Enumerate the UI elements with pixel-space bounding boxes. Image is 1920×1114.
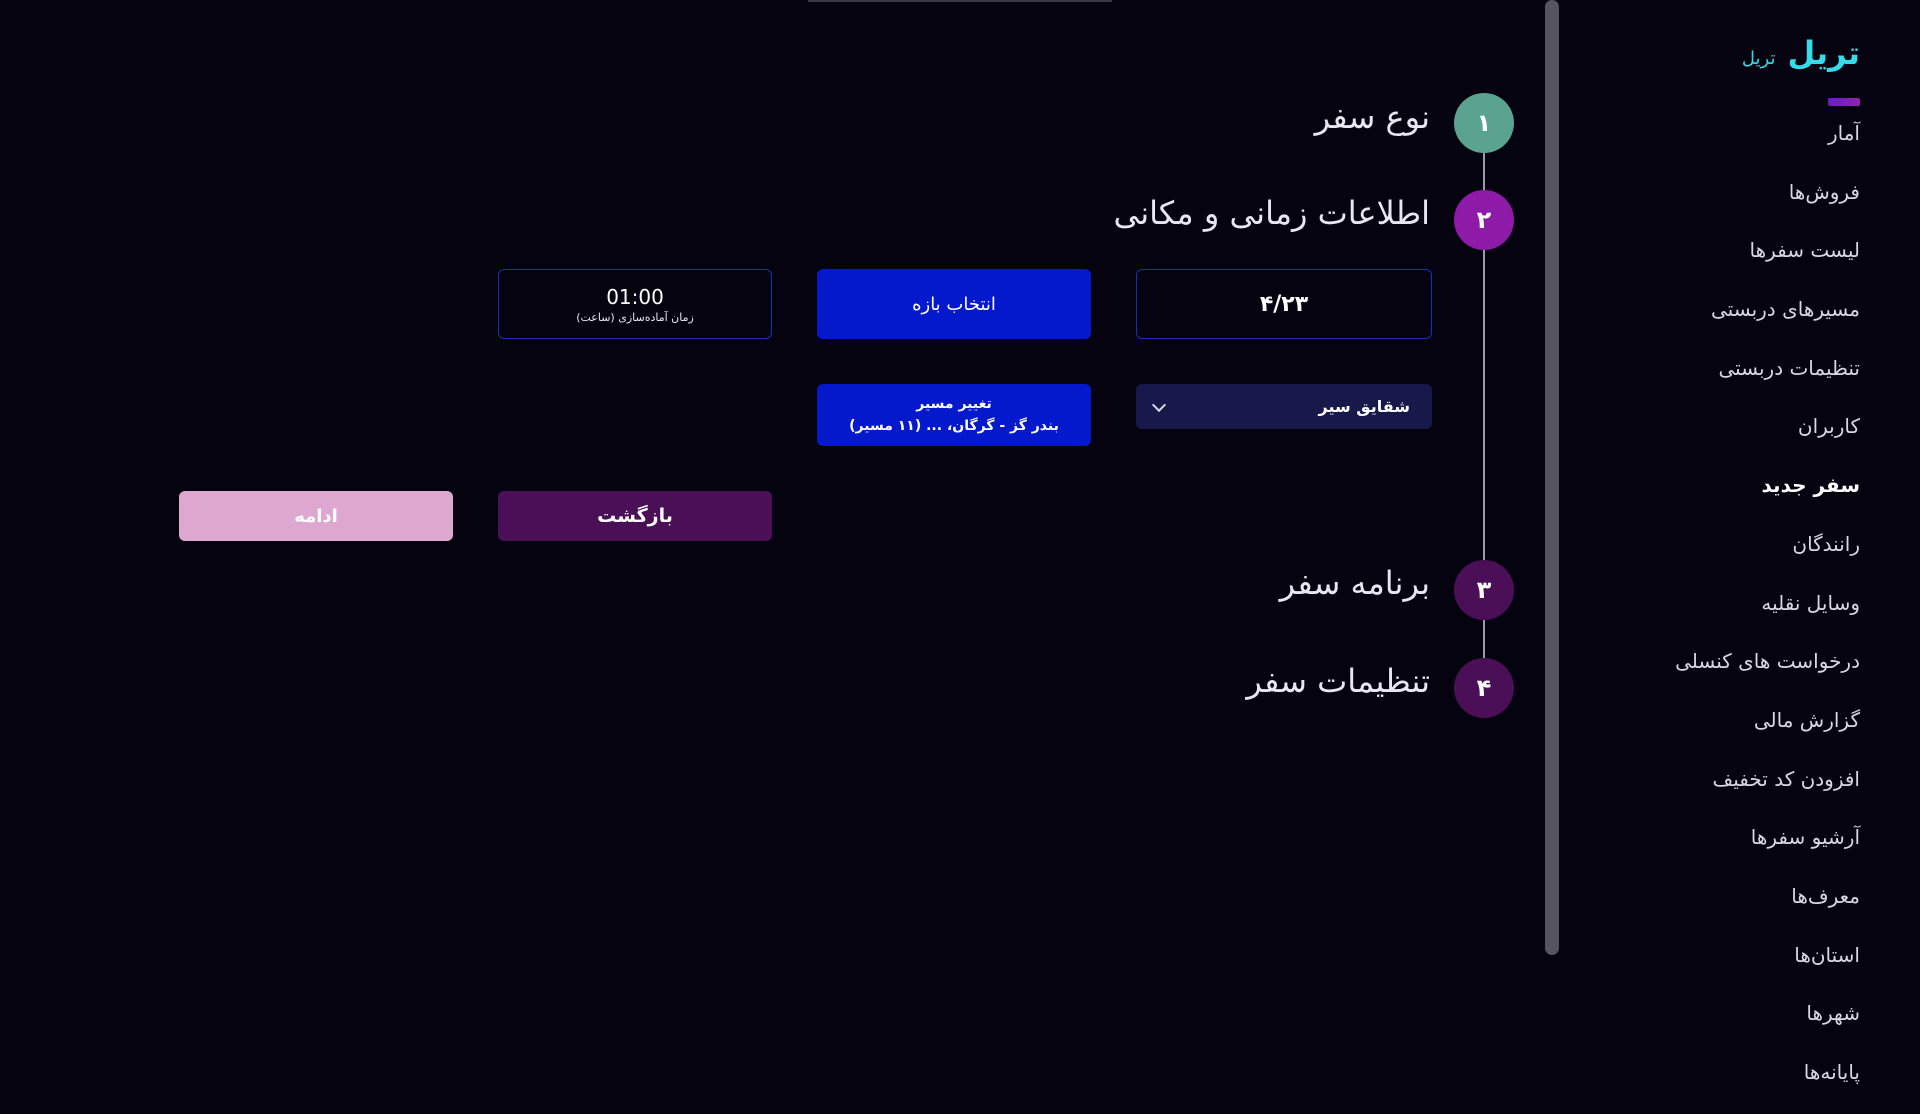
sidebar-item-charter-settings[interactable]: تنظیمات دربستی [1675,351,1860,410]
step-4-title: تنظیمات سفر [1246,662,1430,700]
sidebar-item-new-trip[interactable]: سفر جدید [1675,468,1861,527]
step-1-title: نوع سفر [1314,98,1430,136]
step-2-title: اطلاعات زمانی و مکانی [1113,194,1430,232]
prep-time-field[interactable]: 01:00 زمان آماده‌سازی (ساعت) [498,269,772,339]
back-button[interactable]: بازگشت [498,491,772,541]
sidebar-nav: آمار فروش‌ها لیست سفرها مسیرهای دربستی ت… [1675,116,1860,1114]
sidebar-item-add-discount[interactable]: افزودن کد تخفیف [1675,762,1860,821]
company-select[interactable]: شقایق سیر [1136,384,1432,429]
brand-subtitle: تریل [1741,48,1776,69]
top-divider [808,0,1112,2]
sidebar-item-cities[interactable]: شهرها [1675,996,1860,1055]
company-selected-value: شقایق سیر [1318,397,1410,416]
select-range-button[interactable]: انتخاب بازه [817,269,1091,339]
date-field[interactable]: ۴/۲۳ [1136,269,1432,339]
change-route-label: تغییر مسیر [916,396,992,412]
sidebar-item-trip-list[interactable]: لیست سفرها [1675,233,1860,292]
sidebar-item-charter-routes[interactable]: مسیرهای دربستی [1675,292,1860,351]
brand-accent-bar [1828,98,1860,106]
brand-name: تریل [1787,34,1861,72]
sidebar-item-provinces[interactable]: استان‌ها [1675,938,1860,997]
sidebar-item-drivers[interactable]: رانندگان [1675,527,1860,586]
sidebar-item-users[interactable]: کاربران [1675,409,1860,468]
step-1-badge[interactable]: ۱ [1454,93,1514,153]
prep-time-label: زمان آماده‌سازی (ساعت) [576,310,694,324]
step-2-badge[interactable]: ۲ [1454,190,1514,250]
prep-time-value: 01:00 [606,284,664,309]
continue-button[interactable]: ادامه [179,491,453,541]
main-scrollbar[interactable] [1545,0,1559,955]
chevron-down-icon [1151,397,1167,412]
step-3-title: برنامه سفر [1279,564,1430,602]
sidebar: تریل تریل آمار فروش‌ها لیست سفرها مسیرها… [1550,0,1920,1084]
sidebar-item-terminals[interactable]: پایانه‌ها [1675,1055,1860,1114]
sidebar-item-financial-report[interactable]: گزارش مالی [1675,703,1860,762]
continue-button-label: ادامه [294,505,338,527]
sidebar-item-sales[interactable]: فروش‌ها [1675,175,1860,234]
change-route-summary: بندر گز - گرگان، ... (۱۱ مسیر) [849,418,1059,434]
date-value: ۴/۲۳ [1259,291,1309,317]
select-range-label: انتخاب بازه [912,293,996,315]
sidebar-item-cancel-requests[interactable]: درخواست های کنسلی [1675,644,1860,703]
sidebar-item-vehicles[interactable]: وسایل نقلیه [1675,586,1860,645]
step-3-badge[interactable]: ۳ [1454,560,1514,620]
sidebar-item-stats[interactable]: آمار [1675,116,1860,175]
sidebar-item-referrers[interactable]: معرف‌ها [1675,879,1860,938]
back-button-label: بازگشت [597,505,673,527]
step-4-badge[interactable]: ۴ [1454,658,1514,718]
sidebar-item-trip-archive[interactable]: آرشیو سفرها [1675,820,1860,879]
brand-logo[interactable]: تریل تریل [1742,34,1860,72]
change-route-button[interactable]: تغییر مسیر بندر گز - گرگان، ... (۱۱ مسیر… [817,384,1091,446]
